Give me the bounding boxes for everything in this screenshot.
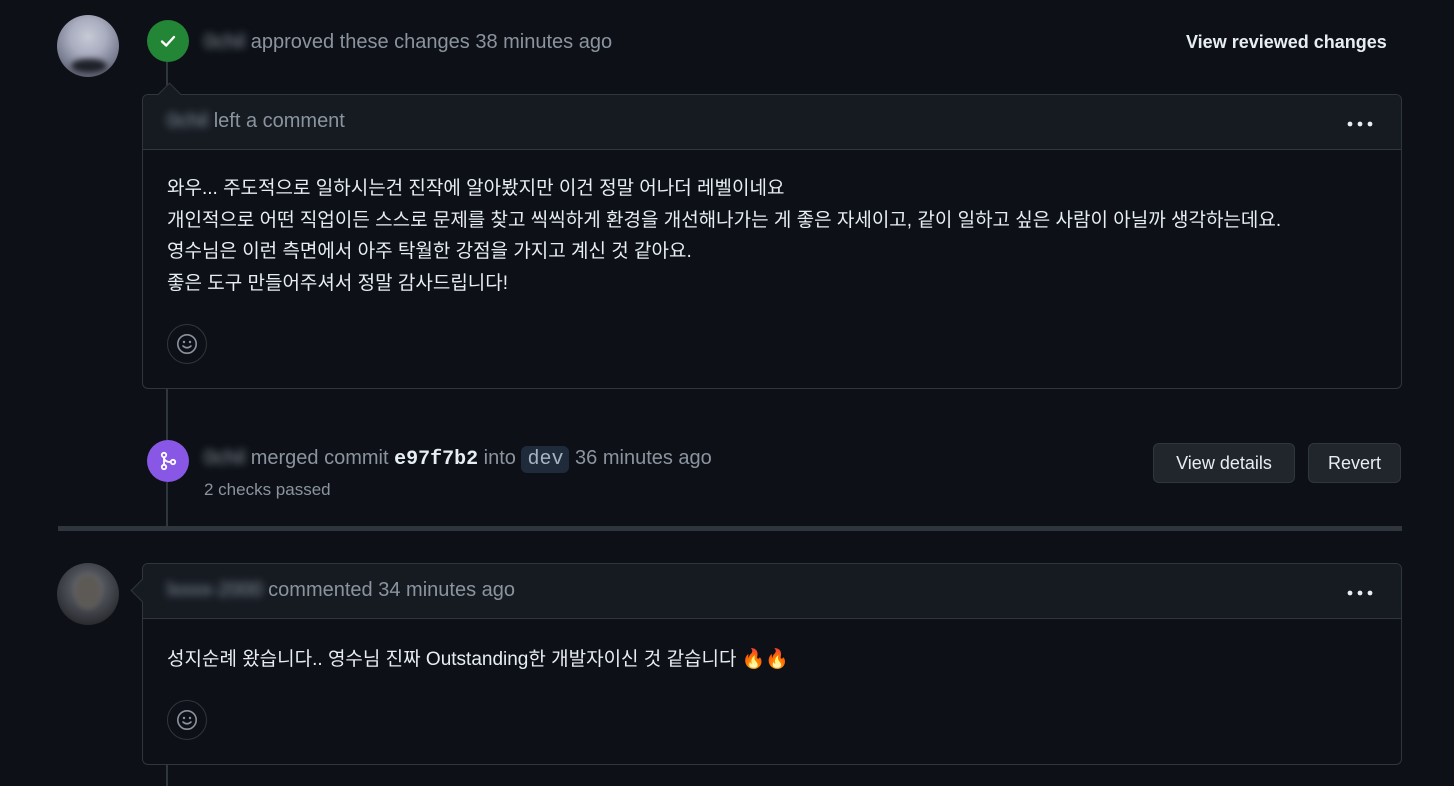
reviewer-avatar[interactable] bbox=[57, 15, 119, 77]
branch-name[interactable]: dev bbox=[521, 446, 570, 473]
merge-into: into bbox=[483, 447, 516, 469]
smiley-icon bbox=[177, 710, 197, 730]
comment-header: 0chil left a comment bbox=[143, 82, 1401, 150]
git-merge-icon bbox=[147, 440, 189, 482]
reviewer-username[interactable]: 0chil bbox=[204, 31, 245, 53]
kebab-horizontal-icon[interactable] bbox=[1347, 576, 1373, 602]
commenter-username[interactable]: 0chil bbox=[167, 110, 208, 132]
comment-header-text: lxxxx-2000 commented 34 minutes ago bbox=[167, 579, 515, 602]
review-comment-card: 0chil left a comment 와우... 주도적으로 일하시는건 진… bbox=[142, 82, 1402, 389]
comment-body-line: 좋은 도구 만들어주셔서 정말 감사드립니다! bbox=[167, 273, 509, 294]
comment-action: commented bbox=[268, 579, 373, 601]
view-reviewed-changes-button[interactable]: View reviewed changes bbox=[1186, 32, 1387, 53]
smiley-icon bbox=[177, 334, 197, 354]
comment-header: lxxxx-2000 commented 34 minutes ago bbox=[130, 564, 1401, 619]
card-pointer bbox=[157, 82, 182, 107]
merge-summary: 0chil merged commit e97f7b2 into dev 36 … bbox=[204, 446, 712, 473]
merge-action: merged commit bbox=[250, 447, 389, 469]
comment-card: lxxxx-2000 commented 34 minutes ago 성지순례… bbox=[130, 563, 1402, 765]
review-time[interactable]: 38 minutes ago bbox=[475, 31, 612, 53]
timeline-line bbox=[166, 482, 168, 526]
comment-action: left a comment bbox=[213, 110, 345, 132]
commenter-avatar[interactable] bbox=[57, 563, 119, 625]
add-reaction-button[interactable] bbox=[167, 700, 207, 740]
comment-header-text: 0chil left a comment bbox=[167, 110, 345, 133]
check-icon bbox=[147, 20, 189, 62]
comment-body-line: 성지순례 왔습니다.. 영수님 진짜 Outstanding한 개발자이신 것 … bbox=[167, 649, 790, 670]
timeline-line bbox=[166, 763, 168, 786]
commit-hash[interactable]: e97f7b2 bbox=[394, 448, 478, 471]
comment-body-line: 영수님은 이런 측면에서 아주 탁월한 강점을 가지고 계신 것 같아요. bbox=[167, 241, 692, 262]
checks-status[interactable]: 2 checks passed bbox=[204, 480, 331, 500]
view-details-button[interactable]: View details bbox=[1153, 443, 1295, 483]
comment-time[interactable]: 34 minutes ago bbox=[378, 579, 515, 601]
kebab-horizontal-icon[interactable] bbox=[1347, 107, 1373, 133]
comment-body-line: 개인적으로 어떤 직업이든 스스로 문제를 찾고 씩씩하게 환경을 개선해나가는… bbox=[167, 210, 1282, 231]
comment-body-line: 와우... 주도적으로 일하시는건 진작에 알아봤지만 이건 정말 어나더 레벨… bbox=[167, 178, 785, 199]
commenter-username[interactable]: lxxxx-2000 bbox=[167, 579, 263, 601]
review-summary: 0chil approved these changes 38 minutes … bbox=[204, 31, 612, 54]
timeline-divider bbox=[58, 526, 1402, 531]
review-action: approved these changes bbox=[250, 31, 470, 53]
merger-username[interactable]: 0chil bbox=[204, 447, 245, 469]
card-pointer bbox=[130, 578, 155, 603]
add-reaction-button[interactable] bbox=[167, 324, 207, 364]
timeline-line bbox=[166, 388, 168, 440]
revert-button[interactable]: Revert bbox=[1308, 443, 1401, 483]
merge-time[interactable]: 36 minutes ago bbox=[575, 447, 712, 469]
